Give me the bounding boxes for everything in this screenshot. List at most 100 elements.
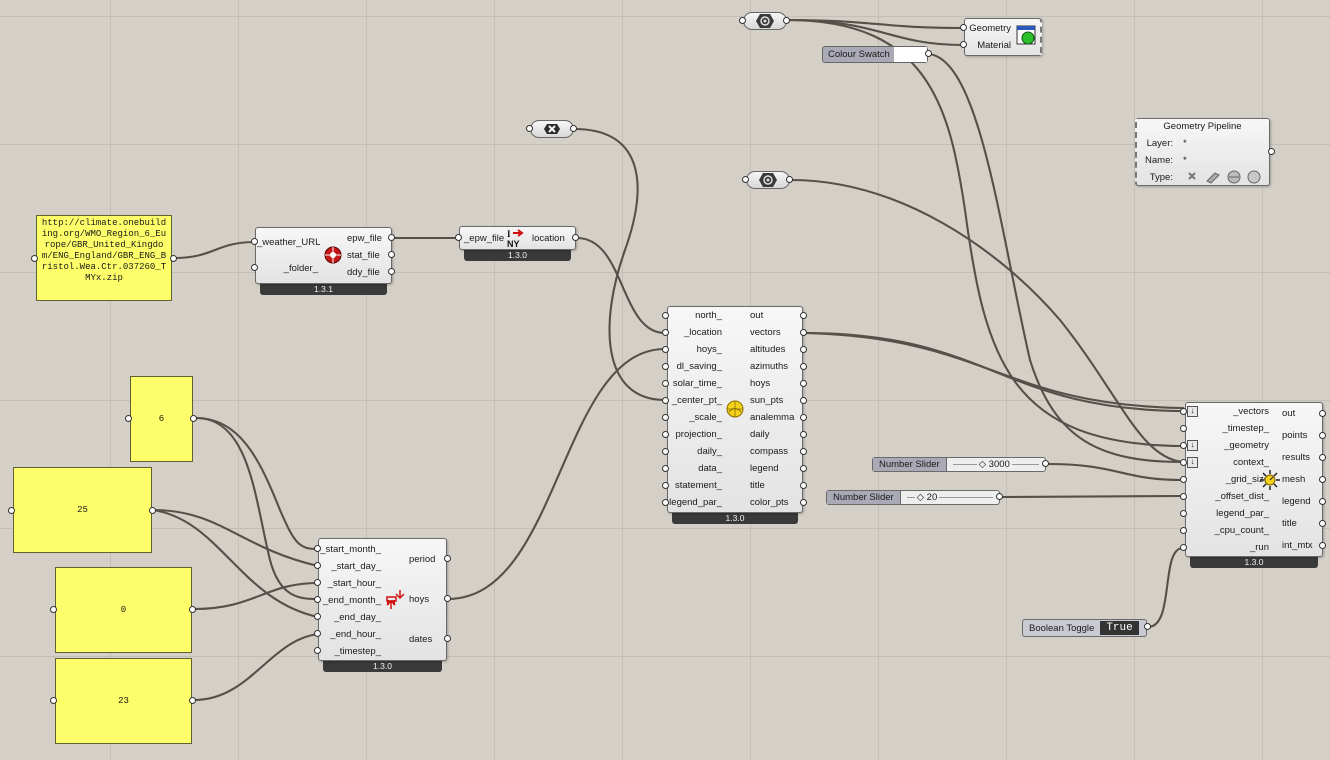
input-grip[interactable] xyxy=(662,448,669,455)
import-epw-component[interactable]: _epw_file I NY location 1.3.0 xyxy=(459,226,576,263)
output-grip[interactable] xyxy=(800,397,807,404)
input-grip[interactable] xyxy=(960,24,967,31)
number-slider-offset[interactable]: Number Slider ◇ 20 xyxy=(826,490,1000,505)
input-grip[interactable] xyxy=(31,255,38,262)
output-grip[interactable] xyxy=(189,697,196,704)
output-grip[interactable] xyxy=(444,635,451,642)
input-grip[interactable] xyxy=(455,234,462,241)
output-grip[interactable] xyxy=(1319,542,1326,549)
output-grip[interactable] xyxy=(1319,476,1326,483)
output-grip[interactable] xyxy=(1268,148,1275,155)
input-grip[interactable] xyxy=(314,579,321,586)
output-grip[interactable] xyxy=(925,50,932,57)
output-grip[interactable] xyxy=(1319,454,1326,461)
output-grip[interactable] xyxy=(800,312,807,319)
output-grip[interactable] xyxy=(800,346,807,353)
input-grip[interactable] xyxy=(50,697,57,704)
input-grip[interactable] xyxy=(662,312,669,319)
input-grip[interactable] xyxy=(1180,510,1187,517)
start-day-panel[interactable]: 25 xyxy=(13,467,152,553)
output-grip[interactable] xyxy=(800,448,807,455)
start-month-panel[interactable]: 6 xyxy=(130,376,193,462)
colour-swatch-color[interactable] xyxy=(894,47,927,62)
output-grip[interactable] xyxy=(1319,498,1326,505)
input-grip[interactable] xyxy=(662,363,669,370)
output-grip[interactable] xyxy=(170,255,177,262)
output-grip[interactable] xyxy=(388,251,395,258)
output-grip[interactable] xyxy=(1319,410,1326,417)
output-grip[interactable] xyxy=(1319,432,1326,439)
geometry-param-component-mid[interactable] xyxy=(746,171,790,189)
input-grip[interactable] xyxy=(662,482,669,489)
colour-swatch-component[interactable]: Colour Swatch xyxy=(822,46,928,63)
input-grip[interactable] xyxy=(662,431,669,438)
end-hour-panel[interactable]: 23 xyxy=(55,658,192,744)
slider-track[interactable]: ◇ 3000 xyxy=(947,458,1045,471)
direct-sun-hours-component[interactable]: ↓ ↓ ↓ _vectors _timestep_ _geometry cont… xyxy=(1185,402,1323,570)
input-grip[interactable] xyxy=(1180,459,1187,466)
output-grip[interactable] xyxy=(570,125,577,132)
start-hour-panel[interactable]: 0 xyxy=(55,567,192,653)
geometry-pipeline-component[interactable]: Geometry Pipeline Layer: * Name: * Type: xyxy=(1135,118,1270,186)
input-grip[interactable] xyxy=(8,507,15,514)
output-grip[interactable] xyxy=(1144,623,1151,630)
toggle-value[interactable]: True xyxy=(1100,621,1139,635)
output-grip[interactable] xyxy=(800,431,807,438)
boolean-toggle[interactable]: Boolean Toggle True xyxy=(1022,619,1147,637)
number-slider-grid-size[interactable]: Number Slider ◇ 3000 xyxy=(872,457,1046,472)
output-grip[interactable] xyxy=(572,234,579,241)
output-grip[interactable] xyxy=(190,415,197,422)
input-grip[interactable] xyxy=(1180,425,1187,432)
output-grip[interactable] xyxy=(800,329,807,336)
url-panel[interactable]: http://climate.onebuilding.org/WMO_Regio… xyxy=(36,215,172,301)
input-grip[interactable] xyxy=(314,613,321,620)
input-grip[interactable] xyxy=(1180,544,1187,551)
output-grip[interactable] xyxy=(388,234,395,241)
input-grip[interactable] xyxy=(314,545,321,552)
input-grip[interactable] xyxy=(526,125,533,132)
output-grip[interactable] xyxy=(800,380,807,387)
input-grip[interactable] xyxy=(960,41,967,48)
input-grip[interactable] xyxy=(1180,442,1187,449)
output-grip[interactable] xyxy=(800,465,807,472)
input-grip[interactable] xyxy=(662,465,669,472)
mesh-param-component[interactable] xyxy=(530,120,574,138)
input-grip[interactable] xyxy=(314,562,321,569)
input-grip[interactable] xyxy=(739,17,746,24)
input-grip[interactable] xyxy=(314,647,321,654)
output-grip[interactable] xyxy=(189,606,196,613)
output-grip[interactable] xyxy=(149,507,156,514)
sunpath-component[interactable]: north_ _location hoys_ dl_saving_ solar_… xyxy=(667,306,803,526)
analysis-period-component[interactable]: _start_month_ _start_day_ _start_hour_ _… xyxy=(318,538,447,674)
output-grip[interactable] xyxy=(388,268,395,275)
output-grip[interactable] xyxy=(786,176,793,183)
input-grip[interactable] xyxy=(1180,527,1187,534)
output-grip[interactable] xyxy=(783,17,790,24)
input-grip[interactable] xyxy=(50,606,57,613)
input-grip[interactable] xyxy=(742,176,749,183)
custom-preview-component[interactable]: Geometry Material xyxy=(964,18,1042,56)
input-grip[interactable] xyxy=(1180,408,1187,415)
input-grip[interactable] xyxy=(1180,476,1187,483)
input-grip[interactable] xyxy=(662,397,669,404)
input-grip[interactable] xyxy=(314,596,321,603)
input-grip[interactable] xyxy=(314,630,321,637)
input-grip[interactable] xyxy=(662,346,669,353)
output-grip[interactable] xyxy=(996,493,1003,500)
input-grip[interactable] xyxy=(662,414,669,421)
input-grip[interactable] xyxy=(125,415,132,422)
output-grip[interactable] xyxy=(800,482,807,489)
output-grip[interactable] xyxy=(444,595,451,602)
output-grip[interactable] xyxy=(1319,520,1326,527)
output-grip[interactable] xyxy=(444,555,451,562)
input-grip[interactable] xyxy=(662,329,669,336)
slider-track[interactable]: ◇ 20 xyxy=(901,491,999,504)
input-grip[interactable] xyxy=(251,264,258,271)
download-weather-component[interactable]: _weather_URL _folder_ epw_file stat_file… xyxy=(255,227,392,297)
input-grip[interactable] xyxy=(662,499,669,506)
output-grip[interactable] xyxy=(800,414,807,421)
geometry-param-component-top[interactable] xyxy=(743,12,787,30)
input-grip[interactable] xyxy=(662,380,669,387)
input-grip[interactable] xyxy=(251,238,258,245)
input-grip[interactable] xyxy=(1180,493,1187,500)
